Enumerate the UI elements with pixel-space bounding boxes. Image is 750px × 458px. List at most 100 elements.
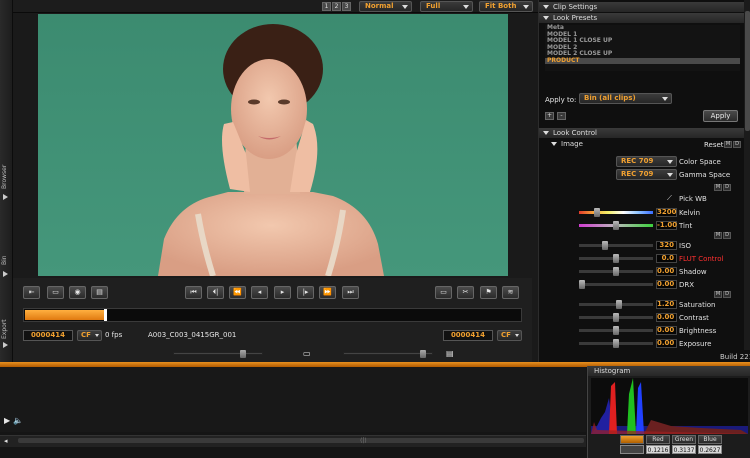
tools-button[interactable]: ✂ [457, 286, 474, 299]
kelvin-slider-knob[interactable] [594, 208, 600, 217]
bin-expand-icon[interactable] [3, 271, 8, 277]
green-channel-button[interactable]: Green [672, 435, 696, 444]
metadata-toggle[interactable]: M [714, 184, 722, 191]
video-viewer[interactable] [38, 14, 508, 276]
reset-button[interactable]: Reset [704, 141, 724, 149]
red-channel-button[interactable]: Red [646, 435, 670, 444]
step-back-button[interactable]: ◂ [251, 286, 268, 299]
playhead[interactable] [104, 309, 107, 321]
view-3-button[interactable]: 3 [342, 2, 351, 11]
clip-settings-header[interactable]: Clip Settings [539, 2, 744, 12]
mark-range-button[interactable]: ▭ [47, 286, 64, 299]
metadata-toggle[interactable]: M [724, 141, 732, 148]
tint-slider-knob[interactable] [613, 221, 619, 230]
list-item-selected[interactable]: PRODUCT [545, 57, 740, 64]
metadata-toggle[interactable]: M [714, 291, 722, 298]
export-tab[interactable]: Export [1, 318, 12, 340]
default-toggle[interactable]: D [723, 184, 731, 191]
exposure-slider-knob[interactable] [613, 339, 619, 348]
look-presets-list[interactable]: Meta MODEL 1 MODEL 1 CLOSE UP MODEL 2 MO… [545, 24, 740, 71]
speaker-icon[interactable]: 🔈 [13, 416, 23, 425]
kelvin-value[interactable]: 3200 [656, 208, 677, 217]
quality-dropdown[interactable]: Normal [359, 1, 412, 12]
drx-slider-knob[interactable] [579, 280, 585, 289]
flag-button[interactable]: ⚑ [480, 286, 497, 299]
monitor-icon[interactable]: ▭ [303, 349, 311, 358]
default-toggle[interactable]: D [723, 232, 731, 239]
blue-channel-button[interactable]: Blue [698, 435, 722, 444]
prev-mark-button[interactable]: ⏴| [207, 286, 224, 299]
iso-value[interactable]: 320 [656, 241, 677, 250]
out-mode-select[interactable]: CF [497, 330, 522, 341]
timeline-track[interactable] [0, 367, 586, 432]
zoom-slider[interactable] [173, 352, 263, 355]
apply-button[interactable]: Apply [703, 110, 738, 122]
apply-to-dropdown[interactable]: Bin (all clips) [579, 93, 672, 104]
play-button[interactable]: ▸ [274, 286, 291, 299]
step-forward-button[interactable]: |▸ [297, 286, 314, 299]
saturation-value[interactable]: 1.20 [656, 300, 677, 309]
look-presets-header[interactable]: Look Presets [539, 13, 744, 23]
layout-icon[interactable]: ▤ [446, 349, 454, 358]
snapshot-button[interactable]: ◉ [69, 286, 86, 299]
tint-slider[interactable] [579, 221, 653, 230]
shadow-value[interactable]: 0.00 [656, 267, 677, 276]
exposure-slider[interactable] [579, 339, 653, 348]
brightness-value[interactable]: 0.00 [656, 326, 677, 335]
playback-progress-bar[interactable] [23, 308, 522, 322]
view-2-button[interactable]: 2 [332, 2, 341, 11]
trim-in-button[interactable]: ⇤ [23, 286, 40, 299]
view-1-button[interactable]: 1 [322, 2, 331, 11]
volume-slider-knob[interactable] [420, 350, 426, 358]
zoom-slider-knob[interactable] [240, 350, 246, 358]
timecode-in[interactable]: 0000414 [23, 330, 73, 341]
flut-slider[interactable] [579, 254, 653, 263]
export-expand-icon[interactable] [3, 342, 8, 348]
gamma-space-dropdown[interactable]: REC 709 [616, 169, 677, 180]
monitor-button[interactable]: ▭ [435, 286, 452, 299]
saturation-slider[interactable] [579, 300, 653, 309]
bin-tab[interactable]: Bin [1, 253, 12, 267]
fit-dropdown[interactable]: Fit Both [479, 1, 533, 12]
flut-slider-knob[interactable] [613, 254, 619, 263]
iso-slider-knob[interactable] [602, 241, 608, 250]
play-icon[interactable]: ▶ [4, 416, 10, 425]
color-space-dropdown[interactable]: REC 709 [616, 156, 677, 167]
settings-scrollbar[interactable] [744, 0, 750, 350]
shadow-slider[interactable] [579, 267, 653, 276]
first-frame-button[interactable]: ⏮ [185, 286, 202, 299]
audio-mix-button[interactable]: ≋ [502, 286, 519, 299]
flut-value[interactable]: 0.0 [656, 254, 677, 263]
pick-wb-button[interactable]: Pick WB [679, 195, 707, 203]
in-mode-select[interactable]: CF [77, 330, 102, 341]
luma-channel-button[interactable] [620, 435, 644, 444]
browser-expand-icon[interactable] [3, 194, 8, 200]
drx-slider[interactable] [579, 280, 653, 289]
eyedropper-icon[interactable]: ⟋ [667, 194, 672, 203]
rewind-button[interactable]: ⏪ [229, 286, 246, 299]
metadata-toggle[interactable]: M [714, 232, 722, 239]
scroll-left-icon[interactable]: ◂ [4, 437, 8, 445]
resolution-dropdown[interactable]: Full [420, 1, 473, 12]
shadow-slider-knob[interactable] [613, 267, 619, 276]
default-toggle[interactable]: D [723, 291, 731, 298]
look-control-header[interactable]: Look Control [539, 128, 744, 138]
contrast-value[interactable]: 0.00 [656, 313, 677, 322]
contrast-slider[interactable] [579, 313, 653, 322]
timeline-scrollbar[interactable] [18, 438, 584, 443]
default-toggle[interactable]: D [733, 141, 741, 148]
scrollbar-thumb[interactable] [745, 11, 750, 131]
remove-preset-button[interactable]: - [557, 112, 566, 120]
drx-value[interactable]: 0.00 [656, 280, 677, 289]
iso-slider[interactable] [579, 241, 653, 250]
exposure-value[interactable]: 0.00 [656, 339, 677, 348]
clip-info-button[interactable]: ▤ [91, 286, 108, 299]
brightness-slider-knob[interactable] [613, 326, 619, 335]
timecode-out[interactable]: 0000414 [443, 330, 493, 341]
saturation-slider-knob[interactable] [616, 300, 622, 309]
brightness-slider[interactable] [579, 326, 653, 335]
tint-value[interactable]: -1.00 [656, 221, 677, 230]
contrast-slider-knob[interactable] [613, 313, 619, 322]
scroll-grip-icon[interactable]: ⟨|⟩ [360, 437, 367, 444]
fast-forward-button[interactable]: ⏩ [319, 286, 336, 299]
